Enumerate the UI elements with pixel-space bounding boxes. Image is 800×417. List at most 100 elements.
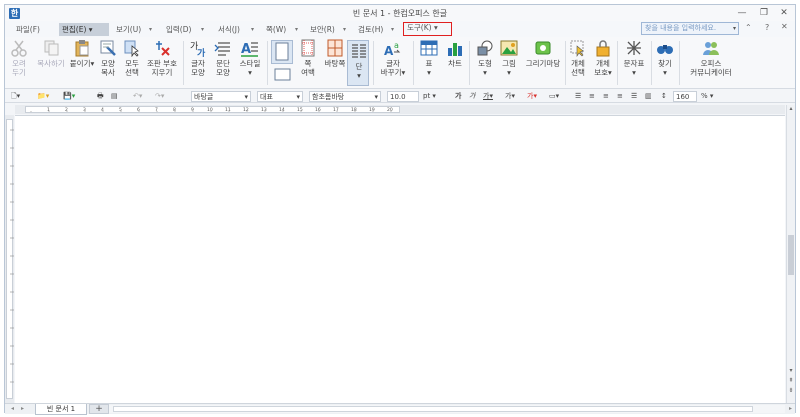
strikeout-icon[interactable]: 가▾ bbox=[505, 91, 515, 102]
next-page-icon[interactable]: ⇟ bbox=[787, 387, 795, 395]
scroll-down-icon[interactable]: ▾ bbox=[787, 367, 795, 375]
preview-icon[interactable]: ▤ bbox=[111, 91, 118, 102]
language-select[interactable]: 대표 ▾ bbox=[257, 91, 303, 102]
open-folder-icon[interactable]: 📁▾ bbox=[37, 91, 49, 102]
font-select[interactable]: 함초롬바탕 ▾ bbox=[309, 91, 381, 102]
horizontal-scroll-thumb[interactable] bbox=[113, 406, 753, 412]
ribbon-collapse-icon[interactable]: ⌃ bbox=[745, 23, 752, 32]
bold-icon[interactable]: 가 bbox=[455, 91, 461, 102]
char-map-button[interactable]: 문자표 ▾ bbox=[621, 39, 647, 77]
svg-text:19: 19 bbox=[369, 107, 375, 113]
chart-button[interactable]: 차트 bbox=[445, 39, 465, 68]
picture-button[interactable]: 그림 ▾ bbox=[499, 39, 519, 77]
table-button[interactable]: 표 ▾ bbox=[419, 39, 439, 77]
tab-prev-icon[interactable]: ◂ bbox=[9, 405, 16, 413]
office-communicator-button[interactable]: 오피스 커뮤니케이터 bbox=[685, 39, 737, 77]
align-right-icon[interactable]: ≡ bbox=[617, 91, 623, 102]
horizontal-scrollbar[interactable] bbox=[109, 405, 785, 413]
font-color-icon[interactable]: 가▾ bbox=[527, 91, 537, 102]
highlight-icon[interactable]: ▭▾ bbox=[549, 91, 559, 102]
align-distribute-icon[interactable]: ☰ bbox=[631, 91, 637, 102]
svg-text:A: A bbox=[384, 44, 394, 57]
char-shape-button[interactable]: 가가 글자 모양 bbox=[187, 39, 209, 77]
underline-icon[interactable]: 가▾ bbox=[483, 91, 493, 102]
select-all-icon bbox=[123, 39, 141, 58]
menu-review[interactable]: 검토(H) bbox=[355, 23, 386, 36]
restore-button[interactable]: ❐ bbox=[757, 7, 771, 19]
doc-close-icon[interactable]: ✕ bbox=[781, 22, 788, 31]
vertical-ruler[interactable] bbox=[5, 115, 14, 403]
cut-button[interactable]: 오려 두기 bbox=[9, 39, 29, 77]
redo-icon[interactable]: ↷▾ bbox=[155, 91, 164, 102]
undo-icon[interactable]: ↶▾ bbox=[133, 91, 142, 102]
italic-icon[interactable]: 가 bbox=[469, 91, 475, 102]
help-icon[interactable]: ? bbox=[765, 23, 769, 32]
new-doc-icon[interactable]: 🗋▾ bbox=[11, 91, 20, 102]
align-left-icon[interactable]: ≡ bbox=[589, 91, 595, 102]
style-button[interactable]: A 스타일 ▾ bbox=[237, 39, 263, 77]
save-icon[interactable]: 💾▾ bbox=[63, 91, 75, 102]
align-justify-icon[interactable]: ☰ bbox=[575, 91, 581, 102]
clear-codes-button[interactable]: 조판 부호 지우기 bbox=[145, 39, 179, 77]
para-shape-button[interactable]: 문단 모양 bbox=[211, 39, 235, 77]
margin-button[interactable]: 쪽 여백 bbox=[295, 39, 321, 77]
scroll-thumb[interactable] bbox=[788, 235, 794, 275]
paste-button[interactable]: 붙이기▾ bbox=[69, 39, 95, 68]
scroll-up-icon[interactable]: ▴ bbox=[787, 105, 795, 113]
shape-button[interactable]: 도형 ▾ bbox=[475, 39, 495, 77]
horizontal-ruler[interactable]: 1 2 3 4 5 6 7 8 9 10 11 12 13 14 15 16 17 18 19 20 bbox=[15, 105, 785, 114]
menu-edit[interactable]: 편집(E) ▾ bbox=[59, 23, 109, 36]
font-size-input[interactable]: 10.0 bbox=[387, 91, 419, 102]
menu-page-arrow[interactable]: ▾ bbox=[295, 23, 298, 36]
svg-text:14: 14 bbox=[279, 107, 285, 113]
menu-format[interactable]: 서식(J) bbox=[215, 23, 243, 36]
picture-icon bbox=[500, 39, 518, 57]
format-copy-button[interactable]: 모양 복사 bbox=[97, 39, 119, 77]
help-search-input[interactable]: 찾을 내용을 입력하세요. ▾ bbox=[641, 22, 739, 35]
menu-security[interactable]: 보안(R) bbox=[307, 23, 338, 36]
menu-view[interactable]: 보기(U) bbox=[113, 23, 144, 36]
menu-input[interactable]: 입력(D) bbox=[163, 23, 194, 36]
tab-document-1[interactable]: 빈 문서 1 bbox=[35, 404, 87, 415]
document-editing-area[interactable] bbox=[15, 115, 785, 403]
object-select-button[interactable]: 개체 선택 bbox=[567, 39, 589, 77]
select-all-button[interactable]: 모두 선택 bbox=[121, 39, 143, 77]
document-tab-bar: ◂ ▸ 빈 문서 1 + ▸ bbox=[5, 403, 795, 415]
line-spacing-icon[interactable]: ↕ bbox=[661, 91, 667, 102]
background-page-button[interactable]: 바탕쪽 bbox=[323, 39, 347, 68]
font-unit-select[interactable]: pt ▾ bbox=[423, 91, 436, 102]
change-case-button[interactable]: Aa 글자 바꾸기▾ bbox=[379, 39, 407, 77]
scroll-right-icon[interactable]: ▸ bbox=[787, 405, 794, 413]
svg-text:17: 17 bbox=[333, 107, 339, 113]
page-orientation-button[interactable] bbox=[271, 67, 293, 85]
find-button[interactable]: 찾기 ▾ bbox=[655, 39, 675, 77]
menu-format-arrow[interactable]: ▾ bbox=[251, 23, 254, 36]
zoom-input[interactable]: 160 bbox=[673, 91, 697, 102]
zoom-unit-select[interactable]: % ▾ bbox=[701, 91, 713, 102]
copy-button[interactable]: 복사하기 bbox=[33, 39, 69, 68]
print-icon[interactable]: 🖶 bbox=[97, 91, 104, 102]
menu-security-arrow[interactable]: ▾ bbox=[343, 23, 346, 36]
minimize-button[interactable]: — bbox=[735, 7, 749, 19]
menu-page[interactable]: 쪽(W) bbox=[263, 23, 289, 36]
menu-review-arrow[interactable]: ▾ bbox=[391, 23, 394, 36]
vertical-scrollbar[interactable]: ▴ ▾ ⇞ ⇟ bbox=[786, 105, 795, 403]
menu-tools[interactable]: 도구(K) ▾ bbox=[403, 22, 452, 36]
draw-madang-button[interactable]: 그리기마당 bbox=[523, 39, 563, 68]
menu-view-arrow[interactable]: ▾ bbox=[149, 23, 152, 36]
chevron-down-icon[interactable]: ▾ bbox=[733, 23, 736, 34]
title-bar: 한 빈 문서 1 - 한컴오피스 한글 — ❐ ✕ bbox=[5, 5, 795, 21]
add-tab-button[interactable]: + bbox=[89, 404, 109, 414]
columns-button[interactable]: 단 ▾ bbox=[347, 40, 369, 86]
close-button[interactable]: ✕ bbox=[777, 7, 791, 19]
prev-page-icon[interactable]: ⇞ bbox=[787, 377, 795, 385]
menu-input-arrow[interactable]: ▾ bbox=[201, 23, 204, 36]
style-select[interactable]: 바탕글 ▾ bbox=[191, 91, 251, 102]
tab-next-icon[interactable]: ▸ bbox=[19, 405, 26, 413]
page-setup-button[interactable] bbox=[271, 40, 293, 64]
menu-file[interactable]: 파일(F) bbox=[13, 23, 43, 36]
object-select-icon bbox=[569, 39, 587, 57]
object-protect-button[interactable]: 개체 보호▾ bbox=[591, 39, 615, 77]
align-center-icon[interactable]: ≡ bbox=[603, 91, 609, 102]
align-divide-icon[interactable]: ▥ bbox=[645, 91, 652, 102]
